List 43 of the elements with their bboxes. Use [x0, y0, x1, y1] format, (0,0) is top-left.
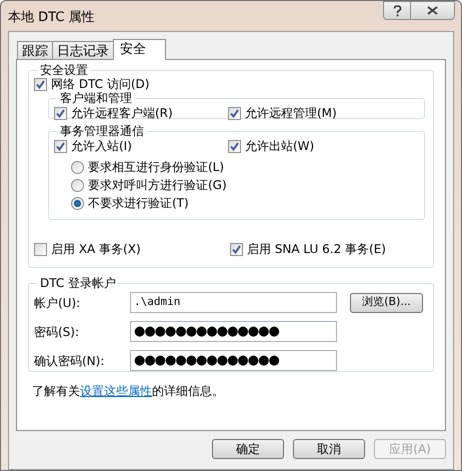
window-title: 本地 DTC 属性	[8, 9, 95, 27]
checkbox[interactable]	[54, 106, 67, 120]
help-button[interactable]	[383, 1, 411, 20]
checkbox[interactable]	[34, 242, 47, 256]
radio-label: 要求相互进行身份验证(L)	[88, 159, 224, 176]
field-label: 帐户(U):	[34, 294, 82, 312]
checkbox-label: 允许入站(I)	[71, 138, 132, 155]
checkbox-label: 允许出站(W)	[245, 138, 314, 155]
checkbox[interactable]	[230, 242, 243, 256]
settings-link[interactable]: 设置这些属性	[80, 384, 152, 398]
help-icon	[392, 4, 402, 16]
group-title: 客户端和管理	[59, 91, 133, 105]
field-label: 密码(S):	[34, 324, 80, 340]
close-button[interactable]	[411, 1, 455, 20]
group-title: DTC 登录帐户	[39, 276, 118, 290]
dialog-button[interactable]: 确定	[212, 439, 284, 459]
checkbox-label: 允许远程客户端(R)	[71, 105, 173, 122]
radio-button[interactable]	[71, 196, 84, 210]
field-label: 确认密码(N):	[34, 352, 106, 370]
checkbox-label: 启用 SNA LU 6.2 事务(E)	[247, 241, 386, 258]
dialog-button[interactable]: 取消	[293, 439, 365, 459]
password-field[interactable]: ●●●●●●●●●●●●●●	[130, 321, 337, 342]
tab[interactable]: 跟踪	[17, 41, 53, 59]
group-title: 安全设置	[39, 63, 89, 77]
radio-label: 不要求进行验证(T)	[88, 195, 189, 212]
checkbox-label: 启用 XA 事务(X)	[51, 241, 141, 258]
tab[interactable]: 日志记录	[52, 41, 114, 59]
checkbox[interactable]	[54, 140, 67, 152]
close-icon	[427, 6, 438, 15]
radio-button[interactable]	[71, 160, 84, 174]
browse-button[interactable]: 浏览(B)...	[350, 292, 423, 312]
radio-label: 要求对呼叫方进行验证(G)	[88, 177, 227, 194]
tab[interactable]: 安全	[113, 39, 166, 60]
info-text: 了解有关设置这些属性的详细信息。	[32, 383, 225, 400]
checkbox-label: 允许远程管理(M)	[245, 105, 337, 122]
checkbox[interactable]	[34, 78, 47, 90]
group-title: 事务管理器通信	[59, 124, 145, 138]
radio-button[interactable]	[71, 178, 84, 192]
checkbox[interactable]	[228, 106, 241, 120]
checkbox[interactable]	[228, 140, 241, 152]
input-field[interactable]: .\admin	[130, 292, 337, 313]
password-field[interactable]: ●●●●●●●●●●●●●●	[130, 350, 337, 371]
checkbox-label: 网络 DTC 访问(D)	[51, 76, 150, 92]
